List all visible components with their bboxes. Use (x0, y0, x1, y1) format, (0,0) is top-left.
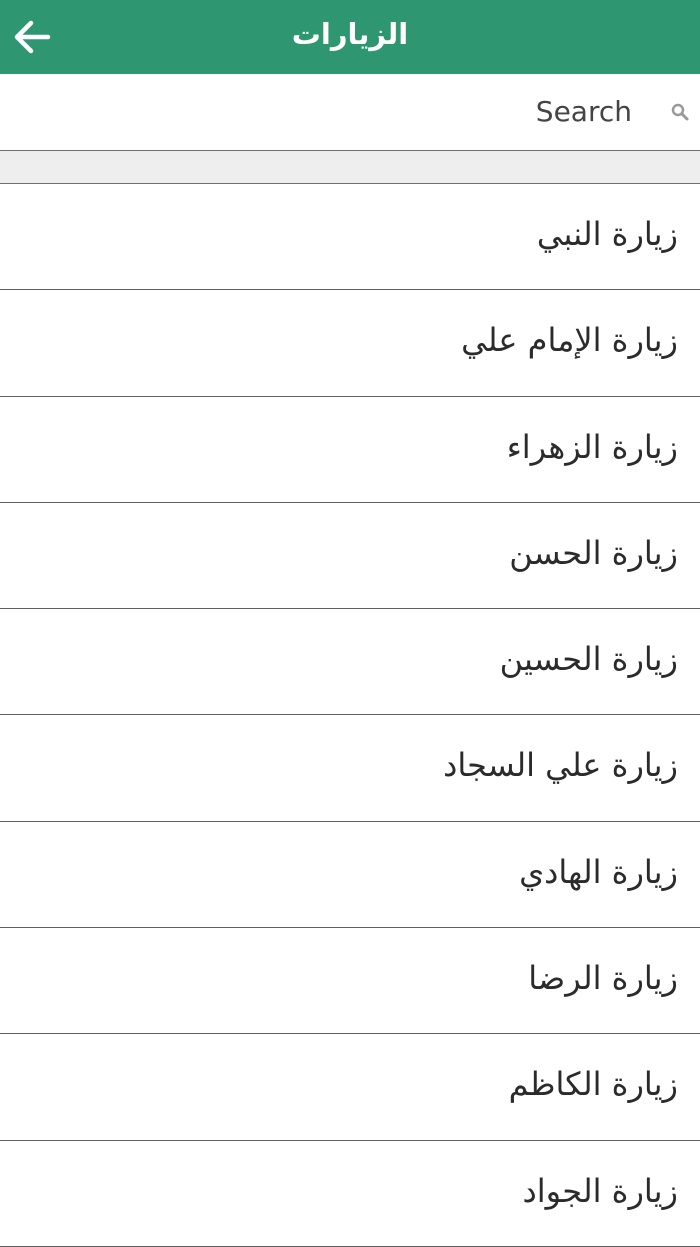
search-input[interactable] (212, 88, 632, 134)
list-item-label: زيارة الجواد (522, 1171, 678, 1210)
page-title: الزيارات (291, 17, 409, 51)
list-item-label: زيارة الكاظم (508, 1065, 678, 1104)
list-item[interactable]: زيارة الزهراء (0, 397, 700, 503)
list-item-label: زيارة النبي (536, 215, 678, 253)
list-item[interactable]: زيارة النبي (0, 184, 700, 291)
list-item[interactable]: زيارة الإمام علي (0, 290, 700, 397)
list-item-label: زيارة الرضا (528, 959, 678, 998)
ziyarat-list: زيارة النبي زيارة الإمام علي زيارة الزهر… (0, 184, 700, 1247)
list-item[interactable]: زيارة علي السجاد (0, 715, 700, 822)
search-icon (671, 103, 689, 121)
list-item-label: زيارة الهادي (519, 852, 678, 891)
list-item[interactable]: زيارة الهادي (0, 822, 700, 929)
list-item[interactable]: زيارة الحسن (0, 503, 700, 610)
list-section-divider (0, 151, 700, 184)
list-item-label: زيارة علي السجاد (443, 746, 678, 785)
search-bar (0, 74, 700, 151)
list-item-label: زيارة الزهراء (506, 427, 678, 466)
list-item-label: زيارة الحسن (509, 533, 678, 572)
list-item[interactable]: زيارة الجواد (0, 1141, 700, 1247)
list-item[interactable]: زيارة الكاظم (0, 1034, 700, 1141)
list-item[interactable]: زيارة الحسين (0, 609, 700, 716)
list-item-label: زيارة الإمام علي (461, 321, 678, 360)
app-header: الزيارات (0, 0, 700, 74)
list-item[interactable]: زيارة الرضا (0, 928, 700, 1035)
list-item-label: زيارة الحسين (499, 640, 678, 679)
